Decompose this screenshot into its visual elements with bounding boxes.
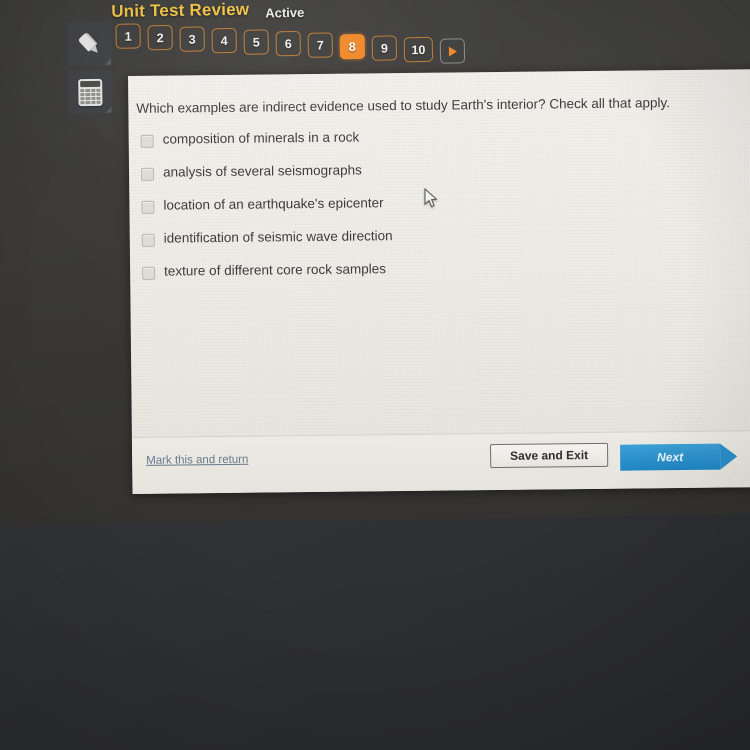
status-badge: Active [265, 4, 305, 21]
question-nav-item-8[interactable]: 8 [339, 33, 366, 60]
question-nav: 1 2 3 4 5 6 7 8 9 10 [115, 18, 466, 68]
option-row[interactable]: identification of seismic wave direction [141, 225, 662, 248]
option-row[interactable]: analysis of several seismographs [140, 159, 661, 182]
option-label: analysis of several seismographs [162, 162, 362, 180]
triangle-right-icon [448, 45, 457, 57]
option-checkbox[interactable] [140, 134, 154, 148]
next-button[interactable]: Next [620, 443, 721, 471]
question-nav-item-4[interactable]: 4 [211, 27, 237, 54]
option-checkbox[interactable] [142, 266, 156, 280]
option-row[interactable]: composition of minerals in a rock [140, 126, 661, 149]
page-title: Unit Test Review [111, 0, 250, 21]
option-row[interactable]: texture of different core rock samples [142, 258, 662, 281]
question-panel: Which examples are indirect evidence use… [128, 68, 750, 494]
mark-this-and-return-link[interactable]: Mark this and return [146, 454, 248, 467]
question-nav-item-10[interactable]: 10 [403, 36, 434, 63]
option-label: composition of minerals in a rock [162, 129, 360, 147]
option-row[interactable]: location of an earthquake's epicenter [141, 192, 661, 215]
option-label: texture of different core rock samples [164, 260, 387, 279]
question-nav-item-1[interactable]: 1 [115, 23, 141, 49]
option-label: location of an earthquake's epicenter [163, 194, 384, 213]
panel-footer: Mark this and return Save and Exit Next [131, 429, 750, 494]
highlighter-icon [71, 26, 108, 63]
question-nav-item-2[interactable]: 2 [147, 24, 173, 51]
question-nav-item-7[interactable]: 7 [307, 32, 333, 58]
question-nav-item-9[interactable]: 9 [371, 35, 398, 61]
answer-options: composition of minerals in a rock analys… [140, 126, 663, 296]
option-label: identification of seismic wave direction [163, 227, 393, 246]
option-checkbox[interactable] [140, 167, 155, 181]
save-and-exit-button[interactable]: Save and Exit [490, 442, 609, 469]
calculator-icon [78, 78, 103, 106]
option-checkbox[interactable] [141, 200, 155, 214]
tool-corner-marker [105, 106, 112, 113]
arrow-pointer-icon [424, 188, 438, 208]
question-nav-item-5[interactable]: 5 [243, 29, 269, 55]
photograph-of-screen: Unit Test Review Active 1 2 3 4 5 6 7 8 … [0, 0, 750, 750]
option-checkbox[interactable] [141, 233, 155, 247]
question-nav-next-button[interactable] [439, 38, 466, 64]
question-nav-item-6[interactable]: 6 [275, 30, 301, 57]
question-text: Which examples are indirect evidence use… [136, 95, 670, 116]
next-button-arrow-icon [720, 443, 738, 470]
question-nav-item-3[interactable]: 3 [179, 26, 205, 52]
